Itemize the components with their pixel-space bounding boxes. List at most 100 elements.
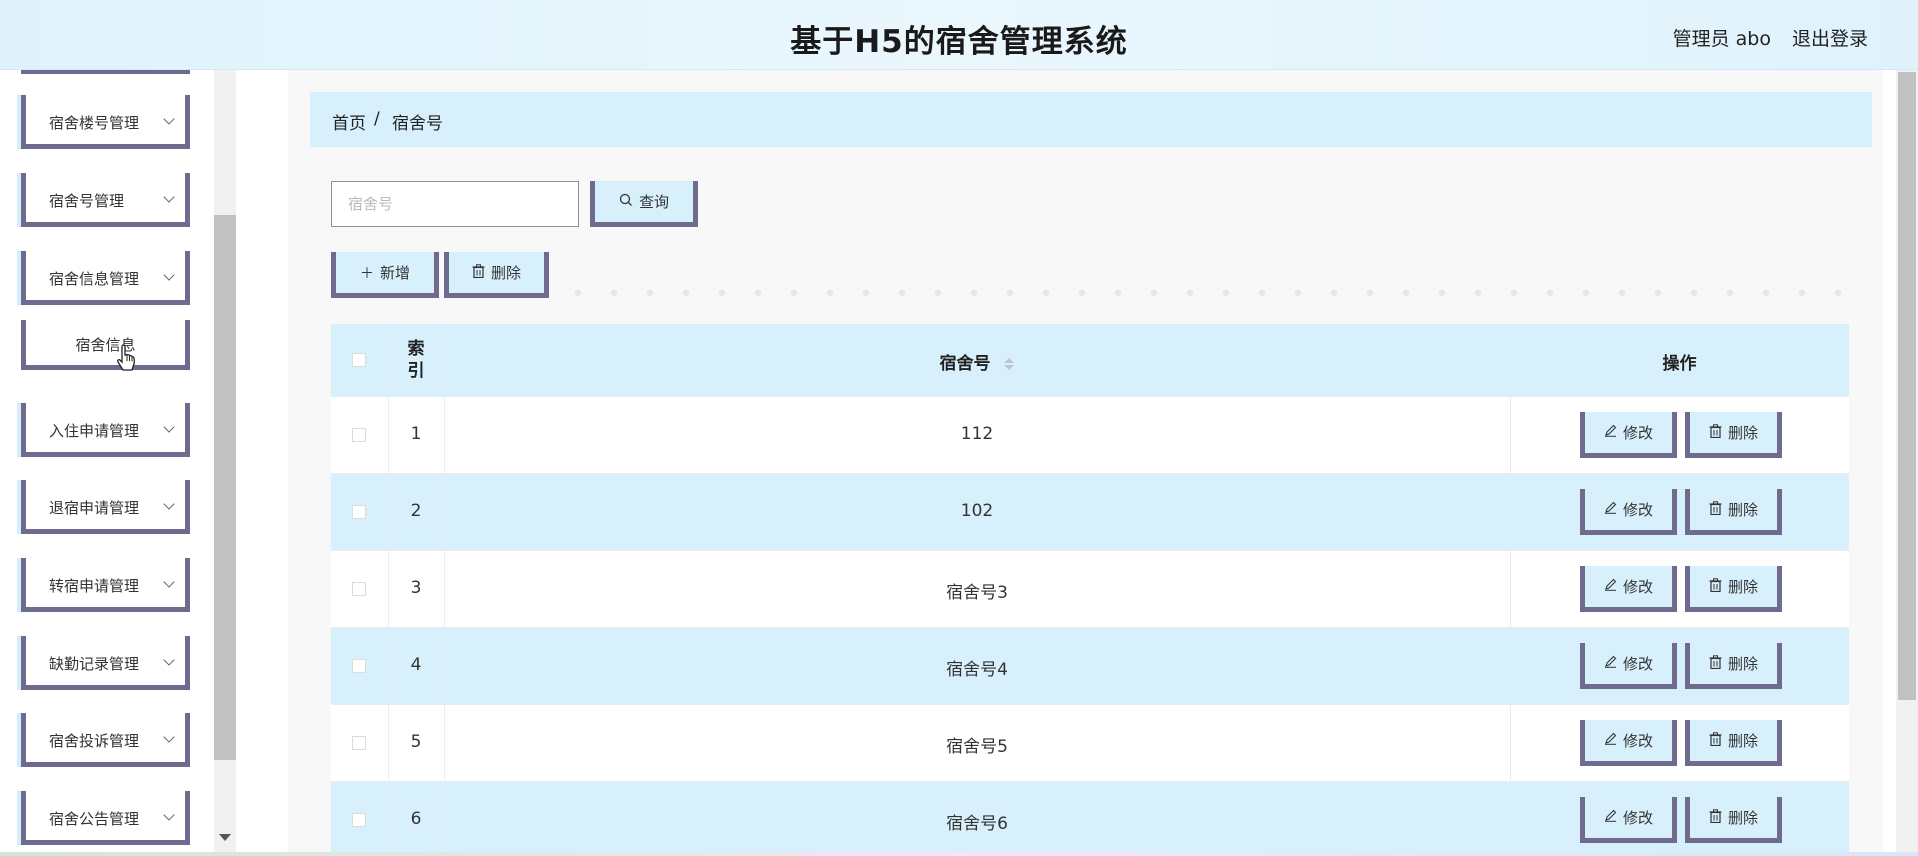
edit-pen-icon bbox=[1604, 501, 1617, 518]
top-header: 基于H5的宿舍管理系统 管理员 abo 退出登录 bbox=[0, 0, 1918, 70]
row-checkbox[interactable] bbox=[352, 659, 366, 673]
row-index: 5 bbox=[410, 732, 422, 752]
row-checkbox[interactable] bbox=[352, 813, 366, 827]
sidebar-item-checkin-mgmt[interactable]: 入住申请管理 bbox=[21, 403, 190, 457]
scroll-down-arrow-icon[interactable] bbox=[219, 834, 231, 841]
delete-button-label: 删除 bbox=[1727, 732, 1758, 750]
add-button[interactable]: ＋ 新增 bbox=[331, 252, 439, 298]
row-index: 4 bbox=[410, 655, 422, 675]
row-checkbox[interactable] bbox=[352, 428, 366, 442]
delete-button-label: 删除 bbox=[1727, 655, 1758, 673]
sidebar-item-partial bbox=[21, 70, 190, 74]
hand-cursor-icon bbox=[117, 344, 135, 371]
sidebar-item-transfer-mgmt[interactable]: 转宿申请管理 bbox=[21, 558, 190, 612]
search-button-label: 查询 bbox=[638, 193, 669, 211]
sidebar-item-complaint-mgmt[interactable]: 宿舍投诉管理 bbox=[21, 713, 190, 767]
delete-button-label: 删除 bbox=[1727, 501, 1758, 519]
sidebar-subitem-dorm-info[interactable]: 宿舍信息 bbox=[21, 320, 190, 370]
column-divider bbox=[1510, 397, 1511, 473]
delete-button[interactable]: 删除 bbox=[1685, 412, 1782, 458]
chevron-down-icon bbox=[163, 269, 175, 281]
row-room: 102 bbox=[960, 501, 994, 521]
sidebar-item-checkout-mgmt[interactable]: 退宿申请管理 bbox=[21, 480, 190, 534]
edit-pen-icon bbox=[1604, 732, 1617, 749]
sidebar-item-dorm-info-mgmt[interactable]: 宿舍信息管理 bbox=[21, 251, 190, 305]
current-user: 管理员 abo bbox=[1672, 28, 1771, 50]
index-header-line2: 引 bbox=[407, 361, 425, 381]
breadcrumb-current: 宿舍号 bbox=[392, 114, 443, 134]
sort-icon[interactable] bbox=[1004, 358, 1015, 370]
edit-button[interactable]: 修改 bbox=[1580, 643, 1677, 689]
edit-button-label: 修改 bbox=[1622, 501, 1653, 519]
chevron-down-icon bbox=[163, 191, 175, 203]
row-room: 宿舍号5 bbox=[946, 737, 1008, 757]
column-divider bbox=[1510, 705, 1511, 781]
bulk-delete-button[interactable]: 删除 bbox=[444, 252, 549, 298]
edit-button[interactable]: 修改 bbox=[1580, 489, 1677, 535]
page-scrollbar-thumb[interactable] bbox=[1898, 72, 1916, 700]
row-checkbox[interactable] bbox=[352, 505, 366, 519]
decorative-dots bbox=[560, 288, 1860, 298]
edit-button-label: 修改 bbox=[1622, 655, 1653, 673]
edit-pen-icon bbox=[1604, 578, 1617, 595]
column-header-ops: 操作 bbox=[1662, 354, 1697, 374]
column-divider bbox=[1510, 551, 1511, 627]
row-index: 6 bbox=[410, 809, 422, 829]
breadcrumb-separator: / bbox=[374, 109, 380, 129]
table-header: 索 引 宿舍号 操作 bbox=[331, 324, 1849, 397]
sidebar-item-notice-mgmt[interactable]: 宿舍公告管理 bbox=[21, 791, 190, 845]
room-header-label: 宿舍号 bbox=[939, 354, 991, 374]
column-header-index: 索 引 bbox=[388, 338, 444, 382]
search-icon bbox=[619, 193, 633, 211]
edit-button-label: 修改 bbox=[1622, 578, 1653, 596]
edit-button[interactable]: 修改 bbox=[1580, 720, 1677, 766]
delete-button-label: 删除 bbox=[1727, 578, 1758, 596]
delete-button[interactable]: 删除 bbox=[1685, 643, 1782, 689]
edit-pen-icon bbox=[1604, 424, 1617, 441]
table-row: 6 宿舍号6 修改 删除 bbox=[331, 782, 1849, 856]
search-input[interactable] bbox=[331, 181, 579, 227]
edit-button[interactable]: 修改 bbox=[1580, 412, 1677, 458]
search-button[interactable]: 查询 bbox=[590, 181, 698, 227]
sidebar: 宿舍楼号管理 宿舍号管理 宿舍信息管理 宿舍信息 入住申请管理 退宿申请管理 转… bbox=[0, 70, 236, 856]
trash-icon bbox=[1709, 500, 1722, 519]
chevron-down-icon bbox=[163, 654, 175, 666]
delete-button[interactable]: 删除 bbox=[1685, 720, 1782, 766]
row-checkbox[interactable] bbox=[352, 736, 366, 750]
sidebar-item-room-mgmt[interactable]: 宿舍号管理 bbox=[21, 173, 190, 227]
row-room: 宿舍号4 bbox=[946, 660, 1008, 680]
delete-button[interactable]: 删除 bbox=[1685, 797, 1782, 843]
row-index: 3 bbox=[410, 578, 422, 598]
chevron-down-icon bbox=[163, 809, 175, 821]
logout-link[interactable]: 退出登录 bbox=[1792, 24, 1868, 51]
edit-button[interactable]: 修改 bbox=[1580, 566, 1677, 612]
trash-icon bbox=[1709, 731, 1722, 750]
add-button-label: 新增 bbox=[379, 264, 410, 282]
sidebar-item-absence-mgmt[interactable]: 缺勤记录管理 bbox=[21, 636, 190, 690]
row-index: 1 bbox=[410, 424, 422, 444]
delete-button-label: 删除 bbox=[1727, 424, 1758, 442]
sidebar-item-label: 入住申请管理 bbox=[49, 422, 140, 440]
trash-icon bbox=[1709, 654, 1722, 673]
edit-button-label: 修改 bbox=[1622, 424, 1653, 442]
bulk-delete-button-label: 删除 bbox=[490, 264, 521, 282]
chevron-down-icon bbox=[163, 498, 175, 510]
edit-pen-icon bbox=[1604, 809, 1617, 826]
breadcrumb-home[interactable]: 首页 bbox=[332, 109, 366, 134]
edit-button[interactable]: 修改 bbox=[1580, 797, 1677, 843]
sidebar-scrollbar-thumb[interactable] bbox=[214, 215, 236, 760]
row-room: 宿舍号6 bbox=[946, 814, 1008, 834]
chevron-down-icon bbox=[163, 421, 175, 433]
column-header-room[interactable]: 宿舍号 bbox=[444, 349, 1510, 374]
edit-button-label: 修改 bbox=[1622, 732, 1653, 750]
select-all-checkbox[interactable] bbox=[352, 353, 366, 367]
table-row: 1 112 修改 删除 bbox=[331, 397, 1849, 474]
row-checkbox[interactable] bbox=[352, 582, 366, 596]
edit-pen-icon bbox=[1604, 655, 1617, 672]
delete-button[interactable]: 删除 bbox=[1685, 566, 1782, 612]
trash-icon bbox=[1709, 423, 1722, 442]
sidebar-item-label: 宿舍号管理 bbox=[49, 192, 125, 210]
table-row: 4 宿舍号4 修改 删除 bbox=[331, 628, 1849, 705]
delete-button[interactable]: 删除 bbox=[1685, 489, 1782, 535]
sidebar-item-building-mgmt[interactable]: 宿舍楼号管理 bbox=[21, 95, 190, 149]
